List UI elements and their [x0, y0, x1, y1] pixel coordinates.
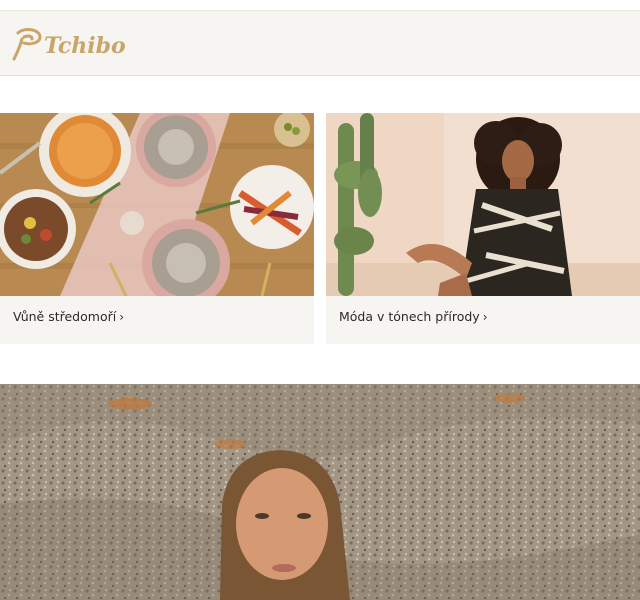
photo-woman-cactus [326, 113, 640, 296]
card-caption-mediterranean[interactable]: Vůně středomoří › [13, 309, 124, 324]
top-strip [0, 0, 640, 10]
chevron-right-icon: › [482, 310, 488, 324]
card-caption-text: Móda v tónech přírody [339, 309, 480, 324]
tchibo-logo: Tchibo [12, 28, 126, 61]
card-caption-text: Vůně středomoří [13, 309, 117, 324]
promo-card-mediterranean[interactable]: Vůně středomoří › [0, 113, 314, 344]
promo-card-nature-fashion[interactable]: Móda v tónech přírody › [326, 113, 640, 344]
brand-text: Tchibo [44, 33, 126, 59]
photo-mediterranean-table [0, 113, 314, 296]
chevron-right-icon: › [119, 310, 125, 324]
page: Tchibo Vůně středomoří › Móda v tónech p… [0, 0, 640, 600]
site-header: Tchibo [0, 10, 640, 76]
card-caption-nature-fashion[interactable]: Móda v tónech přírody › [339, 309, 488, 324]
hero-banner-image[interactable] [0, 384, 640, 600]
